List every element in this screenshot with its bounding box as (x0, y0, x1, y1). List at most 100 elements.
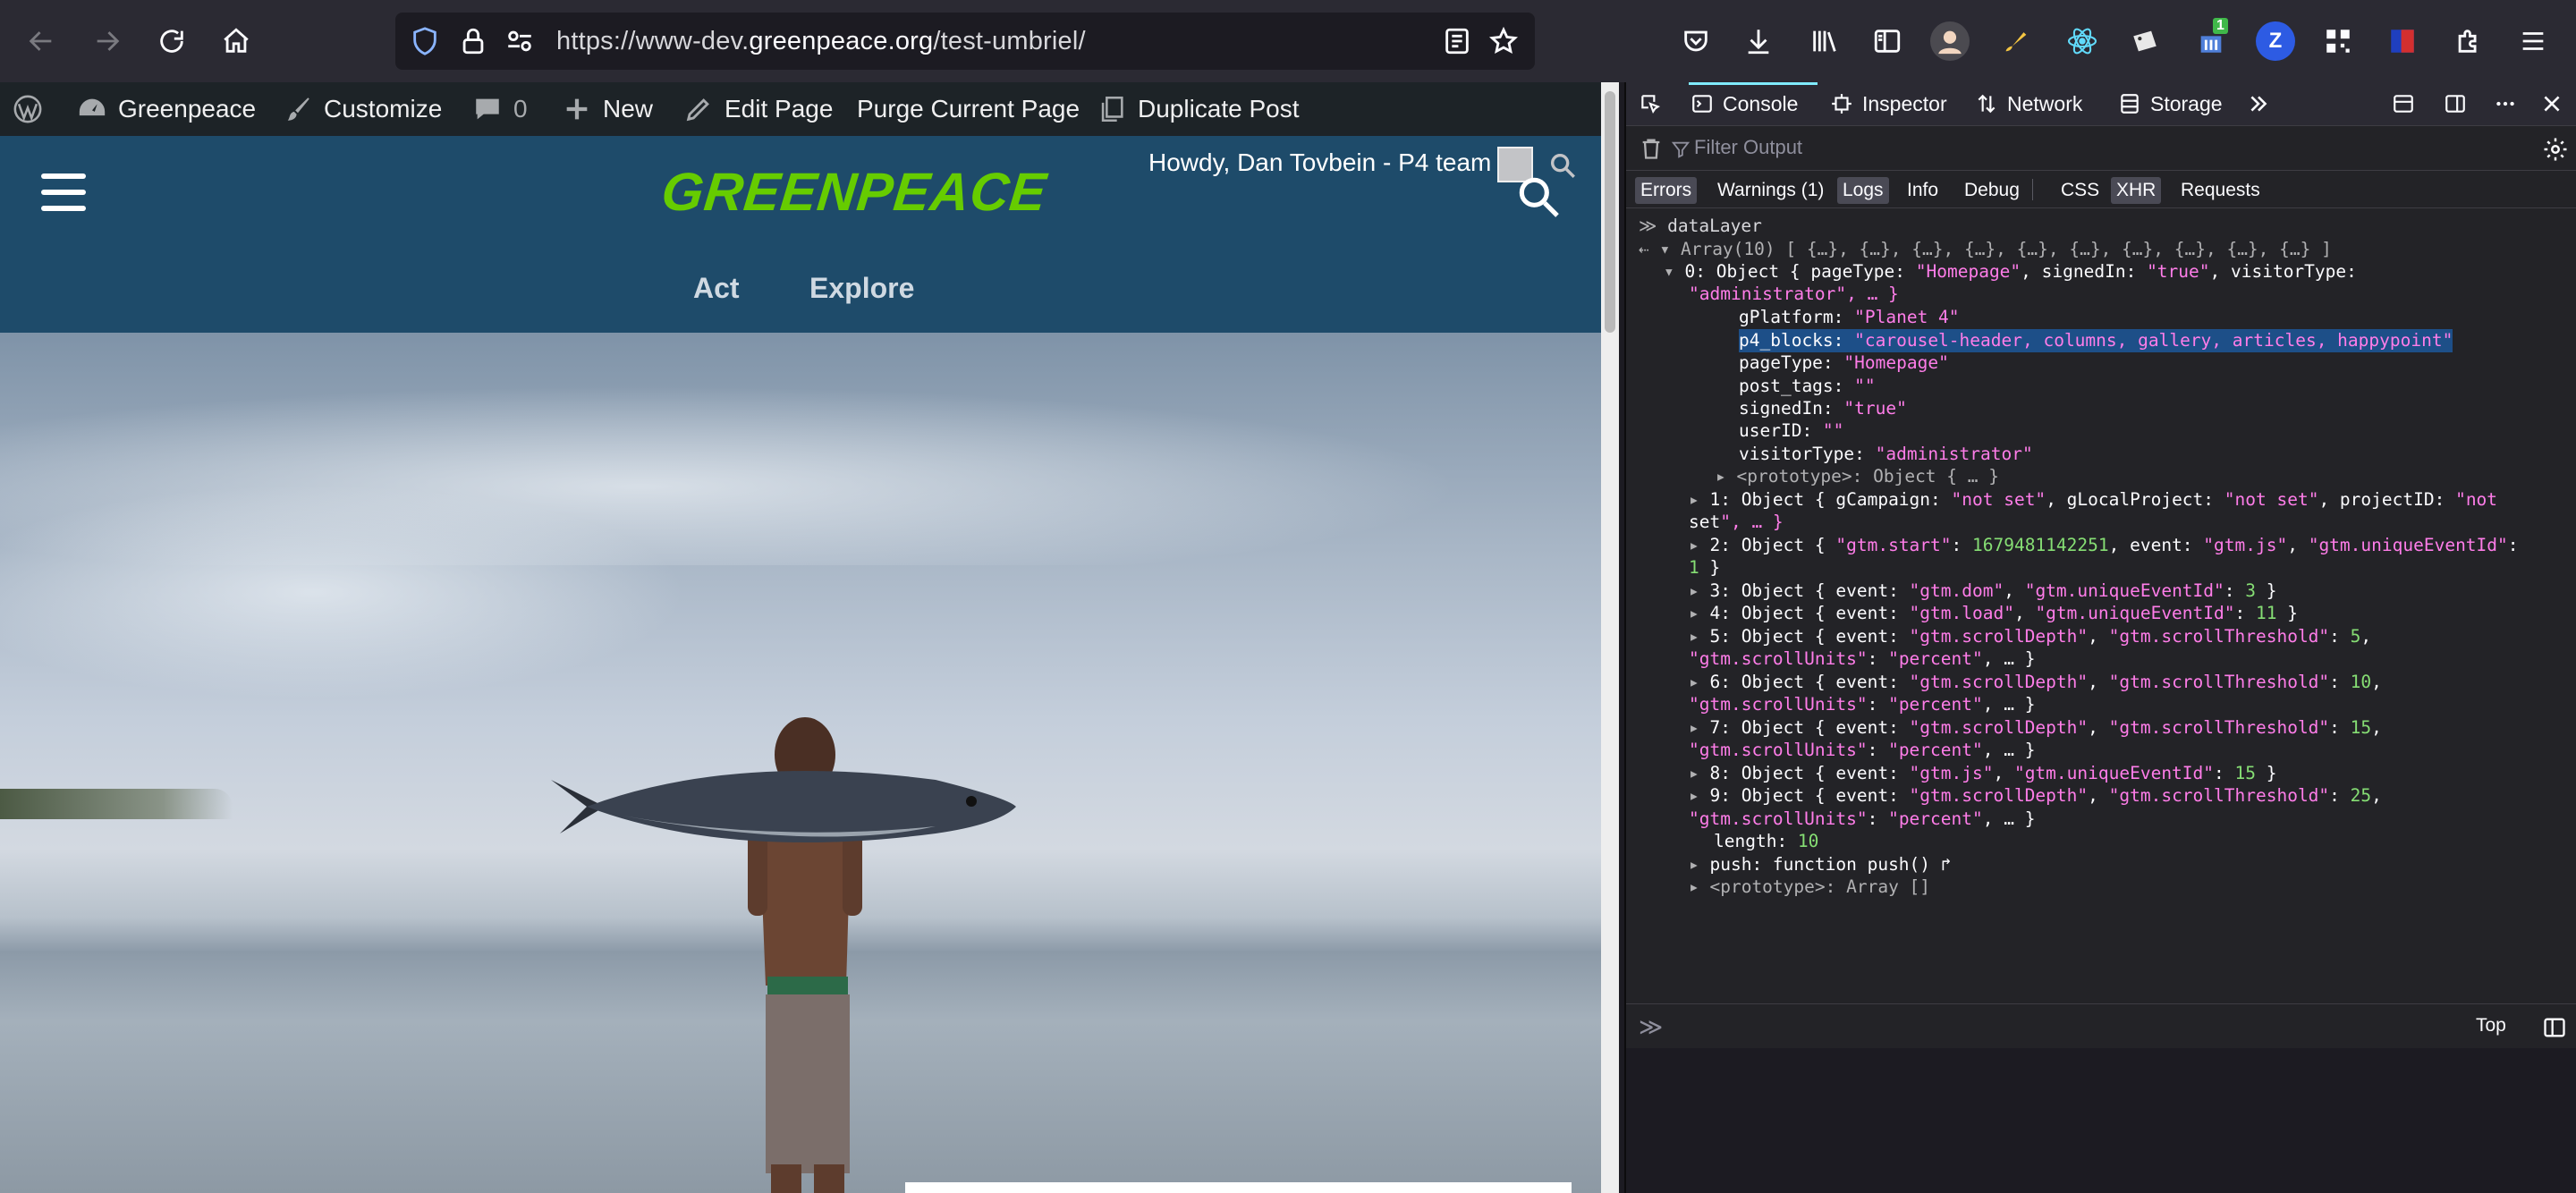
nav-explore[interactable]: Explore (809, 272, 914, 305)
hero-clouds (0, 476, 716, 708)
wordpress-logo-button[interactable] (13, 82, 54, 136)
item-text: 6: Object { event: "gtm.scrollDepth", "g… (1709, 672, 2382, 692)
level-warnings[interactable]: Warnings (1) (1712, 177, 1829, 204)
array-item-2[interactable]: ▸ 2: Object { "gtm.start": 1679481142251… (1689, 534, 2519, 557)
nav-act[interactable]: Act (693, 272, 740, 305)
scrollbar-thumb[interactable] (1605, 91, 1615, 333)
array-item-1[interactable]: ▸ 1: Object { gCampaign: "not set", gLoc… (1689, 488, 2497, 512)
tab-storage[interactable]: Storage (2118, 82, 2223, 125)
array-push[interactable]: ▸ push: function push() ↱ (1689, 853, 1952, 876)
copy-icon (1101, 96, 1123, 123)
permissions-icon[interactable] (504, 26, 535, 56)
url-bar[interactable]: https://www-dev.greenpeace.org/test-umbr… (395, 13, 1535, 70)
pocket-button[interactable] (1674, 20, 1717, 63)
console-empty-area[interactable] (1626, 1048, 2576, 1193)
wp-comments[interactable]: 0 (472, 82, 528, 136)
devtools-menu-button[interactable] (2494, 82, 2526, 125)
console-result-line[interactable]: ⇠ ▾ Array(10) [ {…}, {…}, {…}, {…}, {…},… (1639, 238, 2332, 261)
tab-console[interactable]: Console (1690, 82, 1798, 125)
level-logs[interactable]: Logs (1837, 177, 1889, 204)
more-tabs-button[interactable] (2247, 82, 2279, 125)
array-item-5[interactable]: ▸ 5: Object { event: "gtm.scrollDepth", … (1689, 625, 2371, 648)
wp-new[interactable]: New (562, 82, 653, 136)
array-item-3[interactable]: ▸ 3: Object { event: "gtm.dom", "gtm.uni… (1689, 580, 2276, 603)
array-item-7[interactable]: ▸ 7: Object { event: "gtm.scrollDepth", … (1689, 716, 2382, 740)
site-search-icon[interactable] (1513, 172, 1563, 222)
prop-userid[interactable]: userID: "" (1739, 419, 1843, 443)
extension-tag-button[interactable] (2125, 21, 2165, 61)
extension-flag-button[interactable] (2383, 21, 2422, 61)
extensions-button[interactable] (2447, 20, 2490, 63)
shield-icon[interactable] (410, 26, 440, 56)
forward-button[interactable] (86, 20, 129, 63)
qr-code-button[interactable] (2318, 21, 2358, 61)
tab-inspector[interactable]: Inspector (1830, 82, 1947, 125)
array-item-4[interactable]: ▸ 4: Object { event: "gtm.load", "gtm.un… (1689, 602, 2298, 625)
bookmark-star-icon[interactable] (1488, 26, 1519, 56)
wp-customize[interactable]: Customize (283, 82, 442, 136)
trash-icon[interactable] (1639, 136, 1664, 161)
array-item-0[interactable]: ▾ 0: Object { pageType: "Homepage", sign… (1664, 260, 2357, 283)
reload-icon (160, 30, 183, 53)
wp-purge[interactable]: Purge Current Page (857, 82, 1080, 136)
close-devtools-button[interactable] (2540, 82, 2572, 125)
element-picker-button[interactable] (1639, 82, 1671, 125)
extension-brush-button[interactable] (1996, 21, 2036, 61)
level-css[interactable]: CSS (2055, 177, 2105, 204)
prop-signedin[interactable]: signedIn: "true" (1739, 397, 1907, 420)
howdy-user[interactable]: Howdy, Dan Tovbein - P4 team (1148, 148, 1491, 177)
item-text: 7: Object { event: "gtm.scrollDepth", "g… (1709, 717, 2382, 738)
prop-post-tags[interactable]: post_tags: "" (1739, 375, 1876, 398)
lock-icon[interactable] (458, 26, 488, 56)
back-button[interactable] (20, 20, 63, 63)
context-selector[interactable]: Top (2476, 1015, 2506, 1036)
array-item-0-cont: "administrator", … } (1689, 283, 1899, 306)
reader-view-icon[interactable] (1442, 26, 1472, 56)
filter-output-input[interactable]: Filter Output (1694, 136, 1802, 159)
array-item-9[interactable]: ▸ 9: Object { event: "gtm.scrollDepth", … (1689, 784, 2382, 808)
level-requests[interactable]: Requests (2175, 177, 2266, 204)
site-name-label: Greenpeace (118, 95, 257, 123)
toggle-split-console-button[interactable] (2392, 82, 2424, 125)
wp-duplicate[interactable]: Duplicate Post (1097, 82, 1300, 136)
prop-visitortype[interactable]: visitorType: "administrator" (1739, 443, 2033, 466)
url-text[interactable]: https://www-dev.greenpeace.org/test-umbr… (556, 27, 1086, 56)
extension-gtm-button[interactable]: 1 (2191, 18, 2231, 61)
level-debug[interactable]: Debug (1959, 177, 2025, 204)
prop-prototype[interactable]: ▸ <prototype>: Object { … } (1716, 465, 1999, 488)
level-errors[interactable]: Errors (1635, 177, 1698, 204)
prop-p4-blocks[interactable]: p4_blocks: "carousel-header, columns, ga… (1739, 329, 2453, 352)
tab-network[interactable]: Network (1975, 82, 2082, 125)
paintbrush-icon (287, 97, 309, 121)
site-menu-button[interactable] (41, 173, 86, 213)
level-info[interactable]: Info (1902, 177, 1944, 204)
wp-edit-page[interactable]: Edit Page (683, 82, 833, 136)
react-devtools-button[interactable] (2063, 21, 2102, 61)
array-length[interactable]: length: 10 (1714, 830, 1818, 853)
dock-toggle-button[interactable] (2444, 82, 2476, 125)
library-button[interactable] (1803, 20, 1846, 63)
page-scrollbar[interactable] (1601, 82, 1619, 1193)
home-button[interactable] (215, 20, 258, 63)
reload-button[interactable] (150, 20, 193, 63)
extension-z-button[interactable]: Z (2256, 21, 2295, 61)
url-domain: greenpeace.org (749, 27, 934, 55)
editor-mode-icon[interactable] (2542, 1015, 2567, 1040)
downloads-button[interactable] (1737, 20, 1780, 63)
console-prompt[interactable]: ≫ Top (1626, 1003, 2576, 1049)
devtools-tabbar: Console Inspector Network Storage (1626, 82, 2576, 126)
menu-button[interactable] (2512, 20, 2555, 63)
array-prototype[interactable]: ▸ <prototype>: Array [] (1689, 876, 1930, 899)
prop-pagetype[interactable]: pageType: "Homepage" (1739, 351, 1949, 375)
level-xhr[interactable]: XHR (2111, 177, 2162, 204)
profile-avatar[interactable] (1930, 21, 1970, 61)
duplicate-label: Duplicate Post (1138, 95, 1300, 123)
sidebar-button[interactable] (1866, 20, 1909, 63)
greenpeace-logo[interactable]: GREENPEACE (658, 161, 1049, 223)
settings-gear-icon[interactable] (2542, 136, 2569, 163)
wp-site-name[interactable]: Greenpeace (77, 82, 256, 136)
prop-gplatform[interactable]: gPlatform: "Planet 4" (1739, 306, 1960, 329)
array-item-6[interactable]: ▸ 6: Object { event: "gtm.scrollDepth", … (1689, 671, 2382, 694)
filter-funnel-icon (1671, 141, 1690, 158)
array-item-8[interactable]: ▸ 8: Object { event: "gtm.js", "gtm.uniq… (1689, 762, 2276, 785)
